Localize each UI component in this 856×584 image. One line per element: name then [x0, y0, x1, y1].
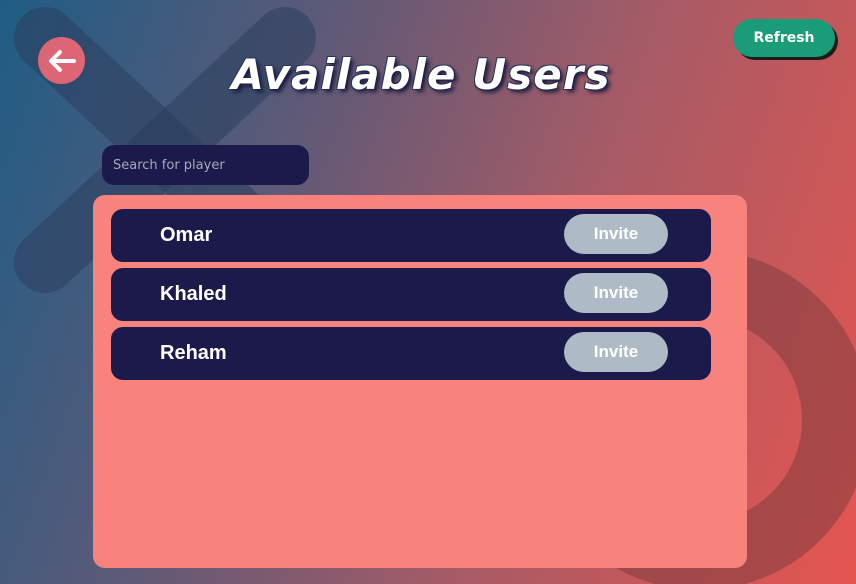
invite-button-omar[interactable]: Invite: [564, 214, 668, 254]
user-list-panel: Omar Invite Khaled Invite Reham Invite: [93, 195, 747, 568]
user-row-reham: Reham Invite: [111, 327, 711, 380]
user-row-omar: Omar Invite: [111, 209, 711, 262]
user-name: Khaled: [160, 283, 227, 305]
user-name: Omar: [160, 224, 213, 246]
search-input[interactable]: [102, 145, 309, 185]
invite-button-khaled[interactable]: Invite: [564, 273, 668, 313]
user-row-khaled: Khaled Invite: [111, 268, 711, 321]
invite-button-reham[interactable]: Invite: [564, 332, 668, 372]
page-title: Available Users: [231, 50, 611, 99]
user-name: Reham: [160, 342, 227, 364]
